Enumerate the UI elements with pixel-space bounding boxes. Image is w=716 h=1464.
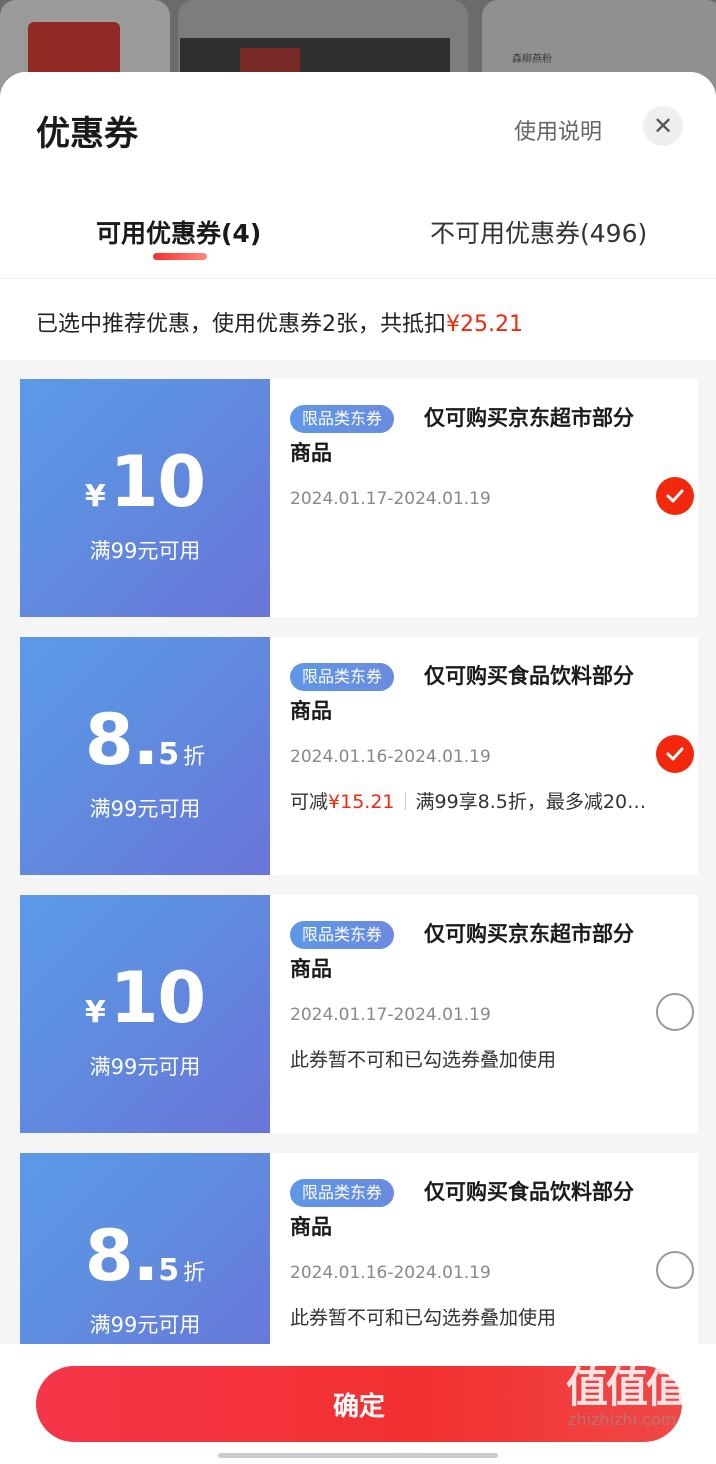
coupon-card[interactable]: ¥10 满99元可用 仅可购买京东超市部分商品 限品类东券 2024.01.17… [16, 895, 698, 1133]
home-indicator [218, 1453, 498, 1458]
watermark-url: zhizhizhi.com [568, 1410, 677, 1429]
coupon-amount: 8.5 折 [84, 699, 206, 781]
coupon-amount: 8.5 折 [84, 1215, 206, 1297]
coupon-card[interactable]: 8.5 折 满99元可用 仅可购买食品饮料部分商品 限品类东券 2024.01.1… [16, 637, 698, 875]
coupon-condition: 满99元可用 [89, 1313, 201, 1337]
discount-summary: 已选中推荐优惠，使用优惠券2张，共抵扣¥25.21 [36, 312, 523, 337]
coupon-checkbox-unchecked[interactable] [656, 1251, 694, 1289]
close-icon: ✕ [652, 112, 674, 140]
coupon-condition: 满99元可用 [89, 1055, 201, 1079]
usage-help-link[interactable]: 使用说明 [514, 114, 602, 146]
coupon-tag: 限品类东券 [290, 405, 395, 433]
coupon-validity: 2024.01.16-2024.01.19 [290, 747, 491, 767]
coupon-validity: 2024.01.16-2024.01.19 [290, 1263, 491, 1283]
coupon-card[interactable]: ¥10 满99元可用 仅可购买京东超市部分商品 限品类东券 2024.01.17… [16, 379, 698, 617]
checkmark-icon [666, 747, 684, 761]
coupon-checkbox-unchecked[interactable] [656, 993, 694, 1031]
sheet-title: 优惠券 [36, 114, 138, 154]
coupon-condition: 满99元可用 [89, 797, 201, 821]
coupon-sheet: 优惠券 使用说明 ✕ 可用优惠券(4) 不可用优惠券(496) 已选中推荐优惠，… [0, 72, 716, 1464]
close-button[interactable]: ✕ [643, 106, 683, 146]
coupon-conflict-note: 此券暂不可和已勾选券叠加使用 [290, 1307, 557, 1329]
checkmark-icon [666, 489, 684, 503]
coupon-tag: 限品类东券 [290, 1179, 395, 1207]
sheet-header: 优惠券 使用说明 ✕ 可用优惠券(4) 不可用优惠券(496) 已选中推荐优惠，… [0, 72, 716, 360]
tab-available[interactable]: 可用优惠券(4) [96, 214, 261, 250]
watermark-logo: 值值值 [566, 1363, 688, 1412]
coupon-condition: 满99元可用 [89, 539, 201, 563]
coupon-savings-note: 可减¥15.21 满99享8.5折，最多减20… [290, 791, 647, 813]
coupon-value-panel: ¥10 满99元可用 [16, 379, 270, 617]
coupon-info: 仅可购买食品饮料部分商品 限品类东券 2024.01.16-2024.01.19… [290, 637, 698, 875]
coupon-tag: 限品类东券 [290, 663, 395, 691]
coupon-value-panel: ¥10 满99元可用 [16, 895, 270, 1133]
coupon-checkbox-checked[interactable] [656, 735, 694, 773]
active-tab-indicator [153, 253, 207, 260]
bg-product-text: 森柳燕粉 [512, 54, 552, 65]
coupon-value-panel: 8.5 折 满99元可用 [16, 637, 270, 875]
coupon-amount: ¥10 [84, 957, 206, 1039]
discount-amount: ¥25.21 [446, 312, 523, 337]
coupon-amount: ¥10 [84, 441, 206, 523]
coupon-validity: 2024.01.17-2024.01.19 [290, 1005, 491, 1025]
coupon-conflict-note: 此券暂不可和已勾选券叠加使用 [290, 1049, 557, 1071]
tab-unavailable[interactable]: 不可用优惠券(496) [430, 214, 647, 250]
coupon-tag: 限品类东券 [290, 921, 395, 949]
coupon-validity: 2024.01.17-2024.01.19 [290, 489, 491, 509]
bottom-bar: 确定 值值值 zhizhizhi.com [0, 1344, 716, 1464]
coupon-checkbox-checked[interactable] [656, 477, 694, 515]
divider [0, 278, 716, 279]
coupon-info: 仅可购买京东超市部分商品 限品类东券 2024.01.17-2024.01.19 [290, 379, 698, 617]
coupon-info: 仅可购买京东超市部分商品 限品类东券 2024.01.17-2024.01.19… [290, 895, 698, 1133]
